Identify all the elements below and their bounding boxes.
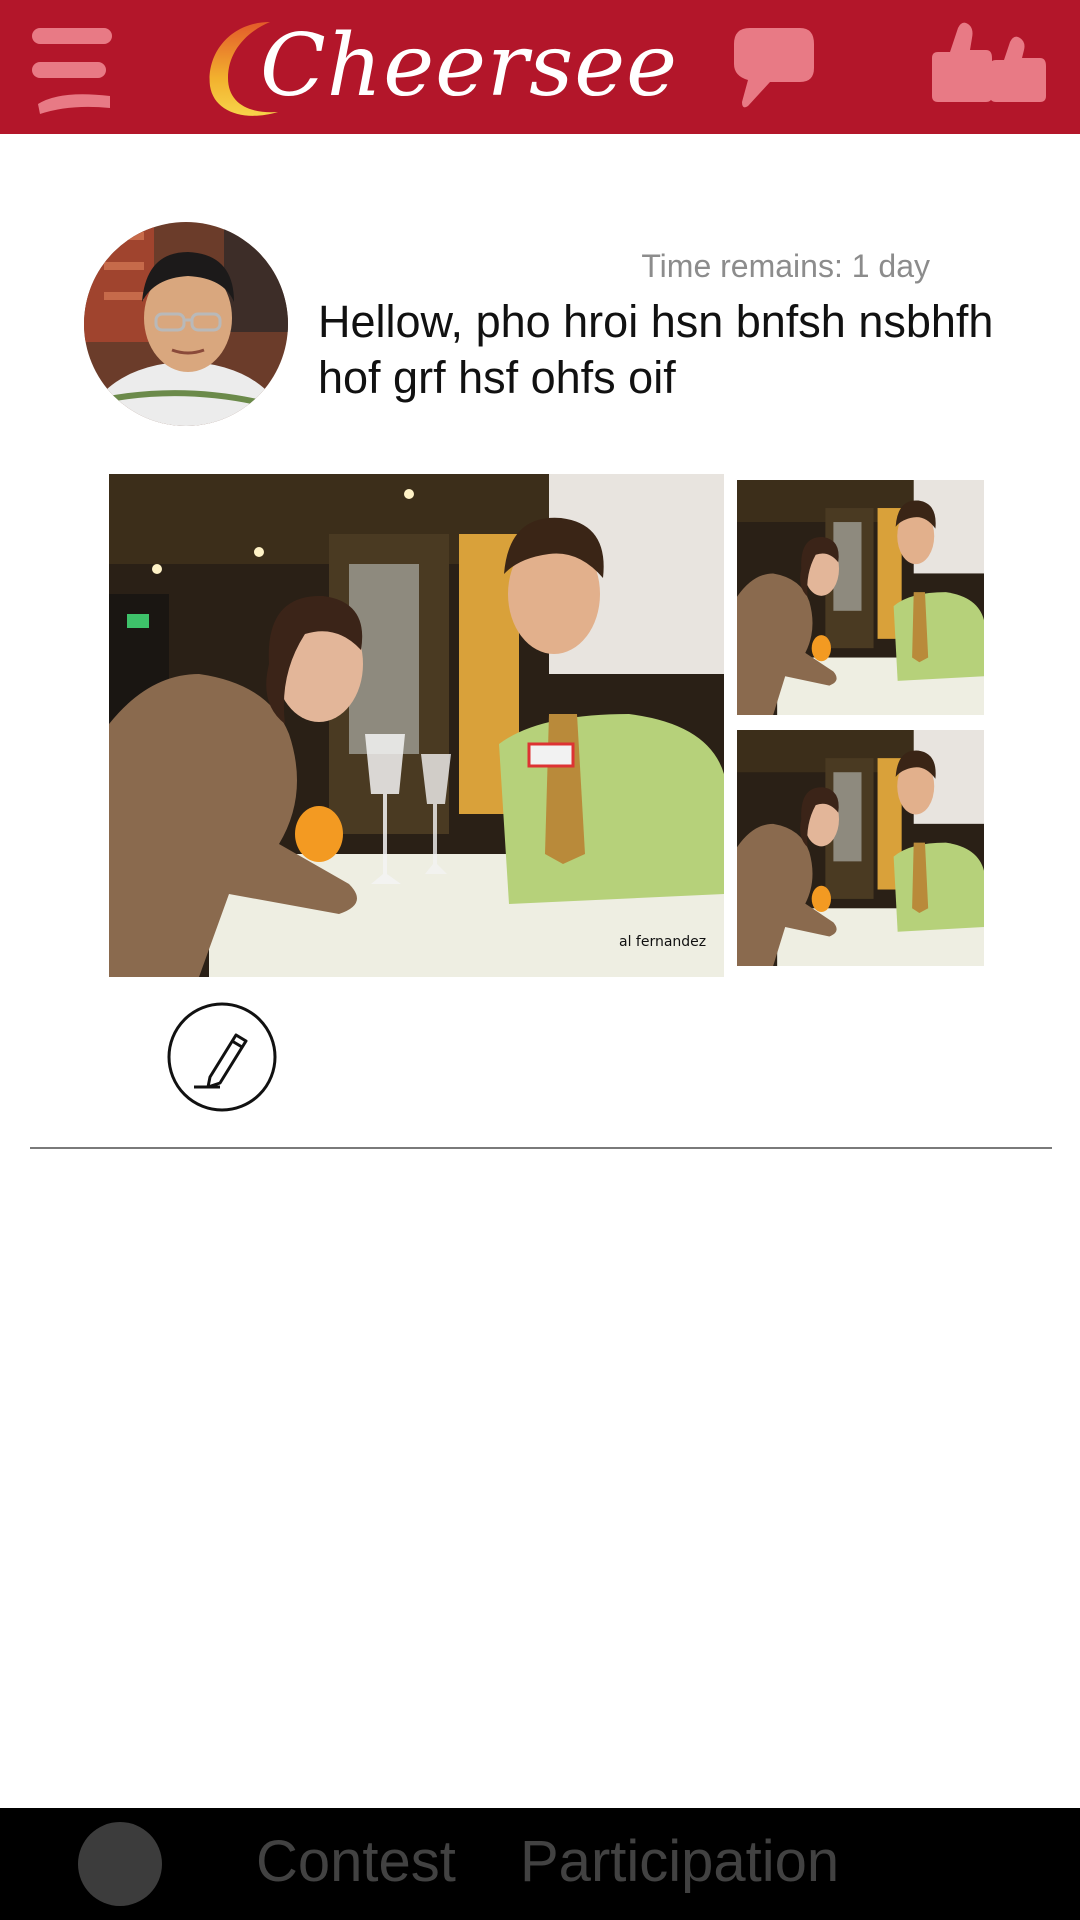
speech-bubble-icon [734, 28, 814, 108]
photo-thumbnail[interactable] [737, 480, 984, 715]
app-title: Cheersee [260, 16, 679, 116]
svg-text:al fernandez: al fernandez [619, 934, 706, 950]
thumbs-up-icon [932, 22, 1046, 103]
hamburger-menu-icon [32, 28, 112, 114]
screen: Cheersee Time remains: 1 day Hellow, pho… [0, 0, 1080, 1920]
menu-button[interactable] [30, 24, 116, 116]
post-text: Hellow, pho hroi hsn bnfsh nsbhfh hof gr… [318, 296, 994, 403]
app-header: Cheersee [0, 0, 1080, 134]
app-logo: Cheersee [200, 14, 677, 124]
restaurant-couple-photo [737, 730, 984, 966]
photo-main[interactable]: al fernandez [109, 474, 724, 977]
tab-participation[interactable]: Participation [520, 1828, 839, 1895]
chat-button[interactable] [730, 24, 816, 110]
restaurant-couple-photo: al fernandez [109, 474, 724, 977]
tab-contest[interactable]: Contest [256, 1828, 456, 1895]
avatar-photo [84, 222, 288, 426]
profile-dot-button[interactable] [78, 1822, 162, 1906]
edit-button[interactable] [166, 1001, 278, 1113]
bottom-nav: Contest Participation [0, 1808, 1080, 1920]
divider [30, 1147, 1052, 1149]
likes-button[interactable] [928, 20, 1050, 104]
pencil-icon [167, 1002, 277, 1112]
photo-thumbnail[interactable] [737, 730, 984, 966]
restaurant-couple-photo [737, 480, 984, 715]
time-remaining-label: Time remains: 1 day [641, 248, 930, 284]
user-avatar[interactable] [84, 222, 288, 426]
